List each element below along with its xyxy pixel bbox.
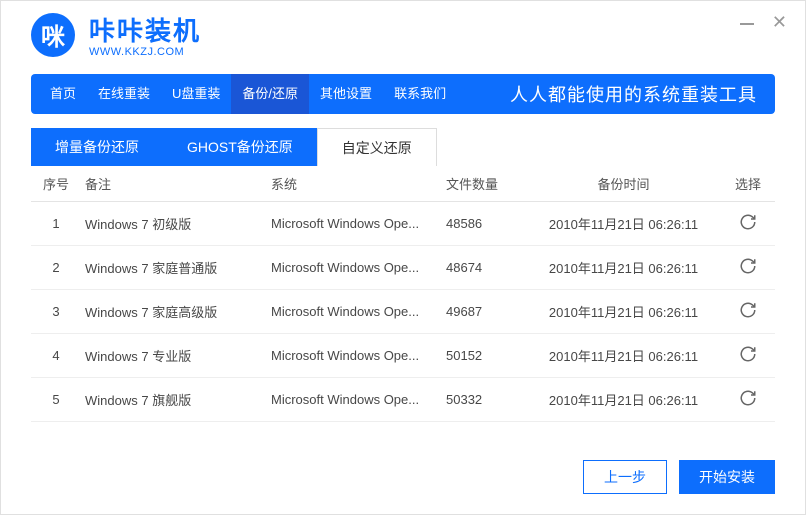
cell-seq: 3: [31, 304, 81, 319]
nav-usb-reinstall[interactable]: U盘重装: [161, 74, 231, 114]
cell-system: Microsoft Windows Ope...: [271, 216, 446, 231]
tab-ghost[interactable]: GHOST备份还原: [163, 128, 317, 166]
cell-system: Microsoft Windows Ope...: [271, 304, 446, 319]
refresh-icon[interactable]: [739, 257, 757, 275]
cell-select: [721, 257, 775, 278]
col-system: 系统: [271, 174, 446, 193]
cell-time: 2010年11月21日 06:26:11: [526, 346, 721, 365]
cell-remark: Windows 7 家庭高级版: [81, 302, 271, 321]
cell-system: Microsoft Windows Ope...: [271, 260, 446, 275]
cell-time: 2010年11月21日 06:26:11: [526, 258, 721, 277]
cell-seq: 1: [31, 216, 81, 231]
col-time: 备份时间: [526, 174, 721, 193]
brand-block: 咔咔装机 WWW.KKZJ.COM: [89, 11, 201, 58]
nav-slogan: 人人都能使用的系统重装工具: [510, 81, 767, 107]
window-controls: ✕: [740, 15, 787, 29]
main-nav: 首页 在线重装 U盘重装 备份/还原 其他设置 联系我们 人人都能使用的系统重装…: [31, 74, 775, 114]
table-row[interactable]: 1Windows 7 初级版Microsoft Windows Ope...48…: [31, 202, 775, 246]
cell-select: [721, 345, 775, 366]
nav-contact[interactable]: 联系我们: [383, 74, 457, 114]
close-icon[interactable]: ✕: [772, 15, 787, 29]
titlebar: 咪 咔咔装机 WWW.KKZJ.COM: [1, 1, 805, 66]
col-select: 选择: [721, 174, 775, 193]
nav-backup-restore[interactable]: 备份/还原: [231, 74, 309, 114]
cell-time: 2010年11月21日 06:26:11: [526, 302, 721, 321]
nav-home[interactable]: 首页: [39, 74, 87, 114]
cell-count: 48674: [446, 260, 526, 275]
table-body: 1Windows 7 初级版Microsoft Windows Ope...48…: [31, 202, 775, 422]
cell-select: [721, 389, 775, 410]
cell-seq: 4: [31, 348, 81, 363]
cell-count: 50152: [446, 348, 526, 363]
cell-remark: Windows 7 专业版: [81, 346, 271, 365]
table-row[interactable]: 2Windows 7 家庭普通版Microsoft Windows Ope...…: [31, 246, 775, 290]
brand-url: WWW.KKZJ.COM: [89, 46, 201, 58]
cell-remark: Windows 7 家庭普通版: [81, 258, 271, 277]
tab-custom-restore[interactable]: 自定义还原: [317, 128, 437, 166]
cell-time: 2010年11月21日 06:26:11: [526, 214, 721, 233]
nav-other-settings[interactable]: 其他设置: [309, 74, 383, 114]
minimize-icon[interactable]: [740, 23, 754, 25]
brand-title: 咔咔装机: [89, 11, 201, 48]
refresh-icon[interactable]: [739, 213, 757, 231]
nav-online-reinstall[interactable]: 在线重装: [87, 74, 161, 114]
tab-incremental[interactable]: 增量备份还原: [31, 128, 163, 166]
cell-select: [721, 213, 775, 234]
cell-remark: Windows 7 旗舰版: [81, 390, 271, 409]
refresh-icon[interactable]: [739, 301, 757, 319]
prev-button[interactable]: 上一步: [583, 460, 667, 494]
refresh-icon[interactable]: [739, 389, 757, 407]
install-button[interactable]: 开始安装: [679, 460, 775, 494]
table-row[interactable]: 5Windows 7 旗舰版Microsoft Windows Ope...50…: [31, 378, 775, 422]
table-row[interactable]: 3Windows 7 家庭高级版Microsoft Windows Ope...…: [31, 290, 775, 334]
footer-actions: 上一步 开始安装: [583, 460, 775, 494]
cell-time: 2010年11月21日 06:26:11: [526, 390, 721, 409]
cell-select: [721, 301, 775, 322]
logo-icon: 咪: [31, 13, 75, 57]
refresh-icon[interactable]: [739, 345, 757, 363]
cell-seq: 2: [31, 260, 81, 275]
table-header: 序号 备注 系统 文件数量 备份时间 选择: [31, 166, 775, 202]
cell-remark: Windows 7 初级版: [81, 214, 271, 233]
table-row[interactable]: 4Windows 7 专业版Microsoft Windows Ope...50…: [31, 334, 775, 378]
col-filecount: 文件数量: [446, 174, 526, 193]
cell-count: 48586: [446, 216, 526, 231]
col-remark: 备注: [81, 174, 271, 193]
cell-seq: 5: [31, 392, 81, 407]
cell-count: 49687: [446, 304, 526, 319]
restore-table: 序号 备注 系统 文件数量 备份时间 选择 1Windows 7 初级版Micr…: [31, 166, 775, 422]
cell-system: Microsoft Windows Ope...: [271, 348, 446, 363]
cell-system: Microsoft Windows Ope...: [271, 392, 446, 407]
col-seq: 序号: [31, 174, 81, 193]
tab-bar: 增量备份还原 GHOST备份还原 自定义还原: [31, 128, 775, 166]
cell-count: 50332: [446, 392, 526, 407]
